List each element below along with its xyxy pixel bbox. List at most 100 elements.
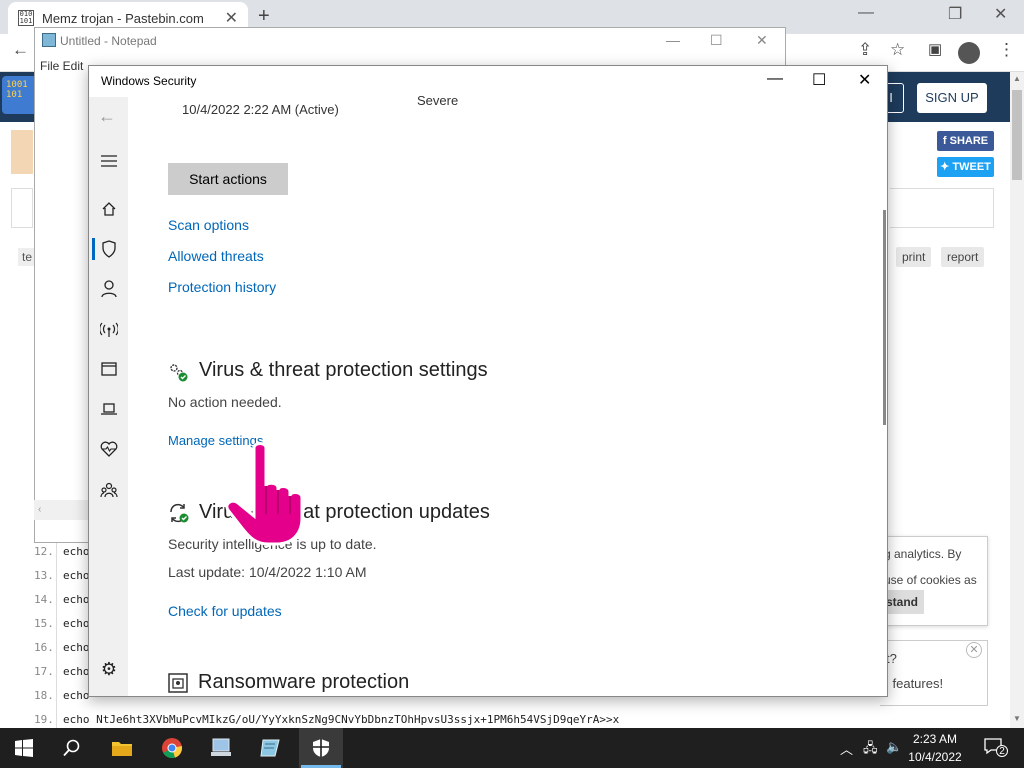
- code-line: echo: [63, 545, 90, 558]
- settings-section-heading: Virus & threat protection settings: [199, 359, 488, 381]
- show-hidden-icons-chevron-icon[interactable]: ︿: [840, 739, 853, 758]
- code-line: echo: [63, 641, 90, 654]
- maximize-icon[interactable]: ☐: [812, 70, 826, 90]
- remote-desktop-icon[interactable]: [201, 731, 241, 765]
- shield-icon[interactable]: [100, 240, 118, 258]
- home-icon[interactable]: [100, 200, 118, 218]
- notepad-icon: [42, 33, 56, 47]
- minimize-icon[interactable]: —: [767, 70, 783, 88]
- share-page-icon[interactable]: ⇪: [858, 40, 872, 60]
- notepad-minimize-icon[interactable]: —: [666, 32, 680, 48]
- profile-avatar[interactable]: [958, 42, 980, 64]
- family-options-icon[interactable]: [100, 481, 118, 499]
- bookmark-star-icon[interactable]: ☆: [890, 40, 905, 60]
- protection-history-link[interactable]: Protection history: [168, 279, 276, 295]
- settings-gear-icon[interactable]: ⚙: [100, 659, 118, 679]
- tweet-label: TWEET: [952, 161, 991, 173]
- last-update-text: Last update: 10/4/2022 1:10 AM: [168, 564, 367, 580]
- line-number: 13.: [34, 569, 54, 582]
- notepad-close-icon[interactable]: ✕: [756, 32, 768, 49]
- windows-security-shield-icon[interactable]: [301, 731, 341, 765]
- clock-time[interactable]: 2:23 AM: [905, 732, 965, 746]
- print-button[interactable]: print: [896, 247, 932, 267]
- page-scrollbar-thumb[interactable]: [1012, 90, 1022, 180]
- search-box-edge: [11, 188, 33, 228]
- device-health-heart-icon[interactable]: [100, 440, 118, 458]
- new-tab-button[interactable]: +: [258, 5, 270, 28]
- file-explorer-folder-icon[interactable]: [102, 731, 142, 765]
- scroll-up-icon[interactable]: ▲: [1013, 74, 1021, 83]
- start-actions-button[interactable]: Start actions: [168, 163, 288, 195]
- line-number: 16.: [34, 641, 54, 654]
- device-laptop-icon[interactable]: [100, 400, 118, 418]
- close-tab-icon[interactable]: ✕: [225, 8, 238, 28]
- twitter-tweet-button[interactable]: ✦ TWEET: [937, 157, 994, 177]
- user-avatar: [11, 130, 33, 174]
- back-arrow-icon[interactable]: ←: [12, 40, 29, 60]
- settings-gears-icon: [168, 362, 190, 387]
- scan-options-link[interactable]: Scan options: [168, 217, 249, 233]
- cookie-text-line1: g analytics. By: [884, 547, 962, 561]
- code-line: echo: [63, 689, 90, 702]
- line-number: 17.: [34, 665, 54, 678]
- notification-count: 2: [999, 746, 1005, 757]
- signup-button[interactable]: SIGN UP: [917, 83, 987, 113]
- close-icon[interactable]: ✕: [966, 642, 982, 658]
- sync-update-icon: [168, 502, 190, 529]
- threat-severity: Severe: [417, 93, 459, 108]
- scroll-down-icon[interactable]: ▼: [1013, 714, 1021, 723]
- code-line: echo: [63, 569, 90, 582]
- nav-active-indicator: [92, 238, 95, 260]
- network-icon[interactable]: 🖧: [863, 739, 878, 761]
- account-person-icon[interactable]: [100, 280, 118, 298]
- clock-date[interactable]: 10/4/2022: [905, 750, 965, 764]
- code-line: echo: [63, 665, 90, 678]
- hand-pointer-cursor-icon: [222, 440, 312, 550]
- check-for-updates-link[interactable]: Check for updates: [168, 603, 282, 619]
- ransomware-icon: [168, 673, 188, 698]
- close-icon[interactable]: ✕: [858, 70, 871, 90]
- pastebin-logo[interactable]: 1001 101: [2, 76, 38, 114]
- clipped-threat-name: [168, 84, 368, 92]
- notepad-hscroll[interactable]: ‹: [34, 500, 88, 520]
- notepad-maximize-icon[interactable]: ☐: [710, 32, 723, 49]
- line-number: 12.: [34, 545, 54, 558]
- volume-icon[interactable]: 🔈: [886, 739, 902, 755]
- line-number: 15.: [34, 617, 54, 630]
- cookie-text-line2: use of cookies as: [884, 573, 977, 587]
- line-number: 19.: [34, 713, 54, 726]
- facebook-share-button[interactable]: f SHARE: [937, 131, 994, 151]
- code-line: echo NtJe6ht3XVbMuPcvMIkzG/oU/YyYxknSzNg…: [63, 713, 620, 726]
- line-number-divider: [56, 540, 57, 730]
- install-prompt-line2: l features!: [886, 676, 944, 691]
- paste-info-box: [890, 188, 994, 228]
- notepad-taskbar-icon[interactable]: [250, 731, 290, 765]
- content-scrollbar[interactable]: [883, 210, 886, 425]
- browser-tab-title: Memz trojan - Pastebin.com: [42, 10, 204, 26]
- allowed-threats-link[interactable]: Allowed threats: [168, 248, 264, 264]
- browser-close-icon[interactable]: ✕: [994, 4, 1007, 24]
- search-icon[interactable]: [52, 731, 92, 765]
- twitter-bird-icon: ✦: [940, 161, 953, 173]
- back-arrow-icon[interactable]: ←: [98, 106, 116, 126]
- browser-menu-icon[interactable]: ⋮: [998, 40, 1015, 60]
- app-browser-icon[interactable]: [100, 360, 118, 378]
- ransomware-section-heading: Ransomware protection: [198, 671, 410, 693]
- report-button[interactable]: report: [941, 247, 985, 267]
- facebook-icon: f: [942, 135, 950, 147]
- hamburger-menu-icon[interactable]: [100, 152, 118, 170]
- browser-restore-icon[interactable]: ❐: [948, 4, 962, 24]
- code-line: echo: [63, 593, 90, 606]
- share-label: SHARE: [949, 135, 989, 147]
- browser-minimize-icon[interactable]: —: [858, 4, 874, 22]
- side-navigation: [89, 97, 128, 696]
- settings-status: No action needed.: [168, 394, 282, 410]
- chrome-browser-icon[interactable]: [152, 731, 192, 765]
- notepad-menu-bar[interactable]: File Edit: [40, 59, 83, 73]
- pastebin-favicon-icon: 010 101: [18, 10, 34, 26]
- line-number: 14.: [34, 593, 54, 606]
- windows-start-icon[interactable]: [4, 731, 44, 765]
- side-panel-icon[interactable]: ▣: [928, 40, 942, 58]
- firewall-network-icon[interactable]: [100, 320, 118, 338]
- notepad-title: Untitled - Notepad: [60, 34, 157, 48]
